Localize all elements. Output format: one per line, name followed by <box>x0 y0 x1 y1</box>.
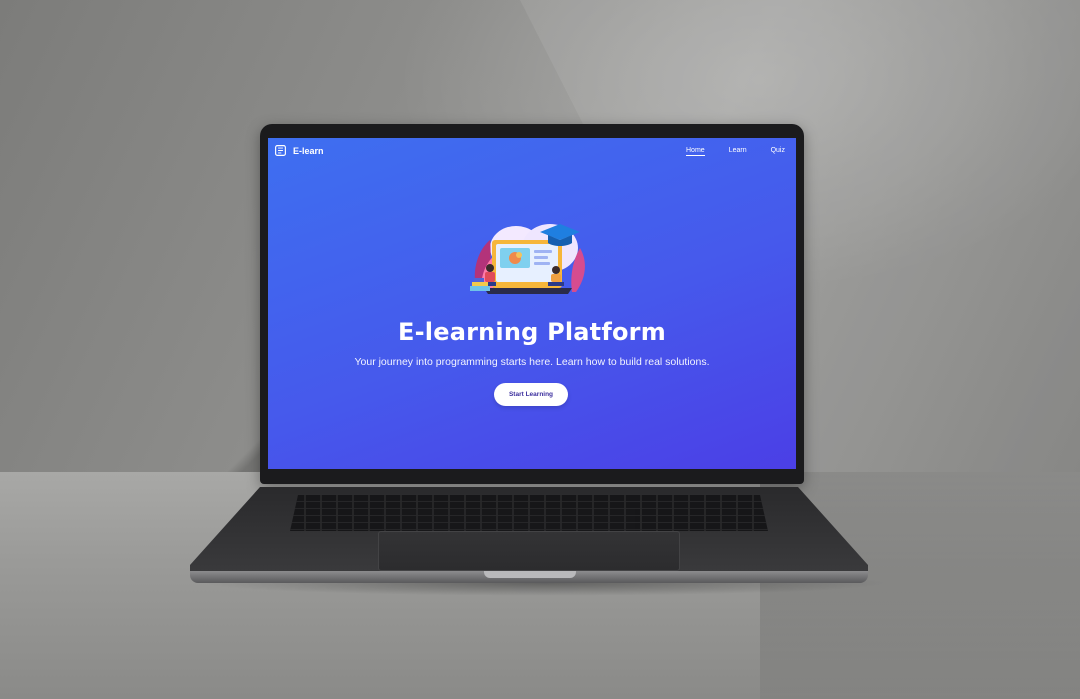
nav-link-home[interactable]: Home <box>686 147 705 156</box>
brand-name: E-learn <box>293 145 324 156</box>
hero-title: E-learning Platform <box>398 318 666 346</box>
keyboard-rows <box>290 495 768 531</box>
start-learning-button[interactable]: Start Learning <box>494 383 568 406</box>
hero-subtitle: Your journey into programming starts her… <box>354 356 710 368</box>
laptop-trackpad <box>378 531 680 571</box>
laptop-screen: E-learn Home Learn Quiz E-learning Platf… <box>268 138 796 469</box>
nav-link-quiz[interactable]: Quiz <box>771 147 785 156</box>
book-icon <box>275 145 286 156</box>
navbar: E-learn Home Learn Quiz <box>268 138 796 166</box>
nav-link-learn[interactable]: Learn <box>729 147 747 156</box>
brand-link[interactable]: E-learn <box>274 144 324 157</box>
online-learning-illustration <box>470 224 585 294</box>
laptop-notch <box>484 571 576 578</box>
nav-links: Home Learn Quiz <box>686 147 785 156</box>
